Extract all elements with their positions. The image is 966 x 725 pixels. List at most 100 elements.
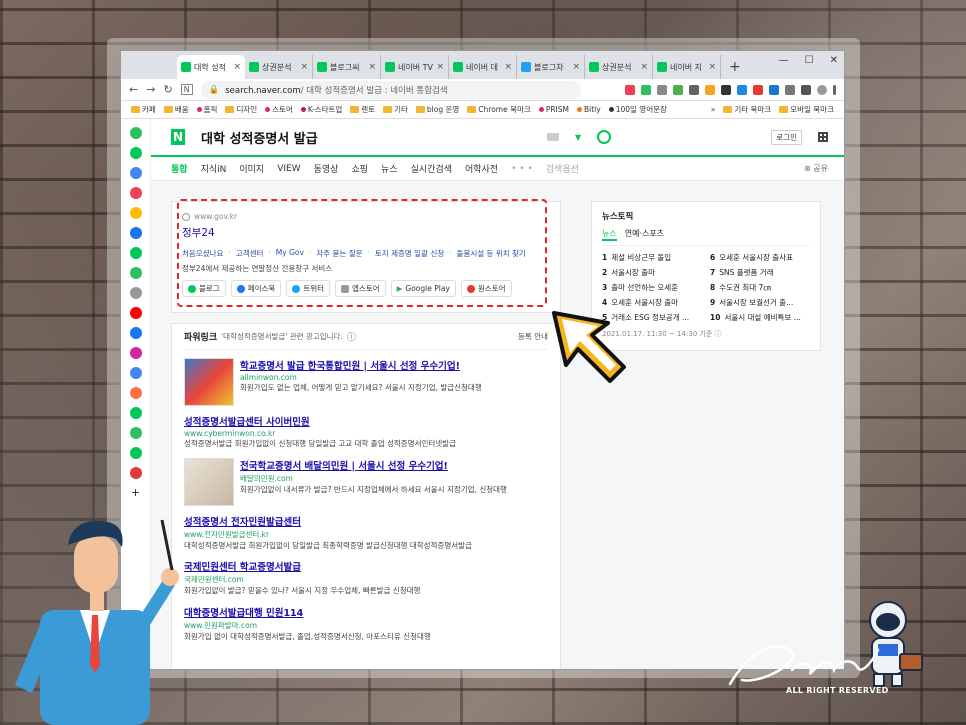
bookmark-9[interactable]: Chrome 북마크	[467, 104, 531, 115]
appstore-button[interactable]: 앱스토어	[335, 280, 386, 297]
menu-icon[interactable]	[833, 84, 836, 95]
extension-icon[interactable]	[673, 84, 683, 95]
login-button[interactable]: 로그인	[771, 129, 802, 145]
ad-title[interactable]: 성적증명서발급센터 사이버민원	[184, 414, 456, 428]
bookmark-1[interactable]: 배움	[163, 104, 189, 115]
bookmark-6[interactable]: 렌토	[350, 104, 375, 115]
facebook-button[interactable]: 페이스북	[230, 280, 282, 297]
news-item[interactable]: 9 서울시장 보궐선거 출...	[710, 297, 810, 308]
apps-grid-icon[interactable]	[818, 132, 828, 142]
pen-icon[interactable]	[721, 84, 731, 95]
app-icon[interactable]	[129, 267, 142, 279]
app-icon[interactable]	[129, 407, 142, 419]
googleplay-button[interactable]: ▶ Google Play	[390, 280, 456, 297]
tab-video[interactable]: 동영상	[314, 162, 339, 175]
bookmark-12[interactable]: 100일 영어문장	[608, 104, 667, 115]
ad-title[interactable]: 전국학교증명서 배달의민원 | 서울시 선정 우수기업!	[240, 458, 507, 472]
app-icon[interactable]	[129, 147, 142, 159]
close-icon[interactable]: ×	[436, 62, 444, 72]
naver-n-icon[interactable]: N	[180, 84, 193, 95]
whale-icon[interactable]	[129, 127, 142, 139]
sitelink[interactable]: 돌봄시설 등 위치 찾기	[457, 248, 526, 259]
bookmark-3[interactable]: 디자인	[225, 104, 257, 115]
tab-0[interactable]: 대학 성적 ×	[177, 55, 245, 79]
onestore-button[interactable]: 원스토어	[460, 280, 512, 297]
bookmark-7[interactable]: 기타	[383, 104, 408, 115]
close-icon[interactable]: ×	[640, 62, 648, 72]
naver-logo-icon[interactable]: N	[171, 129, 185, 145]
tab-realtime[interactable]: 실시간검색	[411, 162, 452, 175]
close-icon[interactable]: ×	[300, 62, 308, 72]
extension-icon[interactable]	[737, 84, 747, 95]
search-icon[interactable]	[597, 130, 612, 144]
new-tab-button[interactable]: +	[721, 55, 749, 79]
close-icon[interactable]: ×	[233, 62, 241, 72]
pocket-icon[interactable]	[625, 84, 635, 95]
ad-url[interactable]: 국제민원센터.com	[184, 574, 420, 585]
bookmark-10[interactable]: PRISM	[538, 105, 569, 114]
bookmark-2[interactable]: 홈픽	[196, 104, 217, 115]
facebook-icon[interactable]	[129, 327, 142, 339]
address-bar[interactable]: 🔒 search.naver.com/ 대학 성적증명서 발급 : 네이버 통합…	[200, 80, 581, 99]
sitelink[interactable]: 토지 제증명 일괄 신청	[375, 248, 444, 259]
tab-4[interactable]: 네이버 데 ×	[449, 55, 517, 79]
news-tab-entertainment[interactable]: 연예·스포츠	[625, 228, 664, 241]
ad-url[interactable]: www.민원파발마.com	[184, 620, 431, 631]
ad-url[interactable]: 배달의민원.com	[240, 473, 507, 484]
app-icon[interactable]	[129, 447, 142, 459]
bookmark-mobile[interactable]: 모바일 북마크	[779, 104, 834, 115]
close-icon[interactable]: ×	[708, 62, 716, 72]
news-item[interactable]: 7 SNS 플랫폼 거래	[710, 267, 810, 278]
tab-2[interactable]: 블로그씨 ×	[313, 55, 381, 79]
ad-url[interactable]: www.cyberminwon.co.kr	[184, 429, 456, 438]
shield-icon[interactable]	[657, 84, 667, 95]
sitelink[interactable]: My Gov	[276, 248, 304, 259]
register-link[interactable]: 등록 안내	[518, 331, 548, 342]
news-item[interactable]: 1 제설 비상근무 돌입	[602, 252, 702, 263]
tab-view[interactable]: VIEW	[277, 164, 300, 174]
evernote-icon[interactable]	[641, 84, 651, 95]
app-icon[interactable]	[129, 367, 142, 379]
camera-icon[interactable]	[801, 84, 811, 95]
add-icon[interactable]: +	[130, 487, 142, 499]
bookmark-0[interactable]: 카페	[131, 104, 156, 115]
profile-icon[interactable]	[817, 84, 827, 95]
tab-integrated[interactable]: 통합	[171, 162, 188, 175]
app-icon[interactable]	[129, 387, 142, 399]
minimize-icon[interactable]: —	[779, 55, 789, 66]
ad-url[interactable]: allminwon.com	[240, 373, 482, 382]
tab-image[interactable]: 이미지	[239, 162, 264, 175]
twitter-button[interactable]: 트위터	[286, 280, 331, 297]
app-icon[interactable]	[129, 227, 142, 239]
news-item[interactable]: 8 수도권 최대 7㎝	[710, 282, 810, 293]
check-icon[interactable]	[769, 84, 779, 95]
star-icon[interactable]	[129, 207, 142, 219]
news-item[interactable]: 6 오세훈 서울시장 출사표	[710, 252, 810, 263]
app-icon[interactable]	[129, 167, 142, 179]
keyboard-icon[interactable]	[547, 133, 559, 141]
tab-1[interactable]: 상권분석 ×	[245, 55, 313, 79]
download-icon[interactable]	[785, 84, 795, 95]
ad-thumbnail[interactable]	[184, 457, 234, 506]
tab-shopping[interactable]: 쇼핑	[351, 162, 368, 175]
extension-icon[interactable]	[753, 84, 763, 95]
search-options[interactable]: 검색옵션	[546, 162, 579, 175]
bookmark-5[interactable]: K-스타트업	[300, 104, 342, 115]
news-tab-news[interactable]: 뉴스	[602, 228, 617, 241]
extension-icon[interactable]	[689, 84, 699, 95]
back-icon[interactable]: ←	[129, 83, 138, 96]
ad-thumbnail[interactable]	[184, 358, 234, 406]
tab-3[interactable]: 네이버 TV ×	[381, 55, 449, 79]
ad-title[interactable]: 학교증명서 발급 한국통합민원 | 서울시 선정 우수기업!	[240, 358, 482, 372]
tab-dictionary[interactable]: 어학사전	[465, 162, 498, 175]
info-icon[interactable]: ⓘ	[347, 330, 356, 343]
close-icon[interactable]: ×	[504, 62, 512, 72]
bookmark-other[interactable]: 기타 북마크	[723, 104, 771, 115]
bookmark-4[interactable]: 스토어	[265, 104, 293, 115]
sitelink[interactable]: 처음오셨나요	[182, 248, 223, 259]
bookmark-11[interactable]: Bitly	[577, 105, 601, 114]
tab-news[interactable]: 뉴스	[381, 162, 398, 175]
sitelink[interactable]: 고객센터	[236, 248, 264, 259]
reload-icon[interactable]: ↻	[163, 83, 172, 96]
sitelink[interactable]: 자주 묻는 질문	[316, 248, 362, 259]
